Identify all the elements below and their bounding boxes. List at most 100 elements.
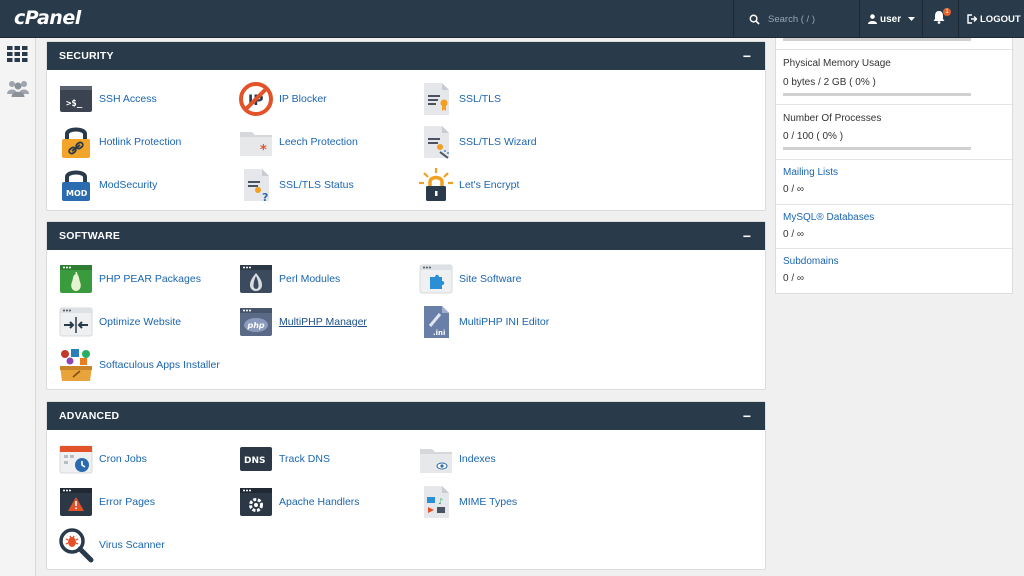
usage-bar: [783, 93, 971, 96]
tool-multiphp-ini-editor[interactable]: .ini MultiPHP INI Editor: [418, 304, 549, 340]
tool-php-pear-packages[interactable]: PHP PEAR Packages: [58, 261, 201, 297]
collapse-toggle[interactable]: −: [743, 49, 751, 63]
tool-label: Softaculous Apps Installer: [99, 359, 220, 371]
collapse-toggle[interactable]: −: [743, 409, 751, 423]
security-header[interactable]: SECURITY −: [47, 42, 765, 70]
tool-modsecurity[interactable]: MOD ModSecurity: [58, 167, 157, 203]
section-title: SOFTWARE: [59, 230, 121, 242]
svg-text:.ini: .ini: [433, 329, 445, 337]
tool-label: Cron Jobs: [99, 453, 147, 465]
software-section: SOFTWARE − PHP PEAR Packages Perl Module…: [46, 221, 766, 390]
svg-text:*: *: [260, 143, 267, 158]
cpanel-logo[interactable]: cPanel: [14, 7, 81, 29]
tool-ssl-tls[interactable]: SSL/TLS: [418, 81, 501, 117]
tool-optimize-website[interactable]: Optimize Website: [58, 304, 181, 340]
header-divider: [922, 0, 923, 38]
pear-window-icon: [60, 265, 92, 293]
caret-down-icon: [908, 16, 916, 21]
page-scrollbar[interactable]: [1020, 38, 1024, 576]
tool-mime-types[interactable]: ♪ MIME Types: [418, 484, 517, 520]
tool-label: MIME Types: [459, 496, 518, 508]
search-input[interactable]: [768, 13, 858, 25]
usage-bar: [783, 38, 971, 41]
tool-lets-encrypt[interactable]: Let's Encrypt: [418, 167, 519, 203]
tool-error-pages[interactable]: Error Pages: [58, 484, 155, 520]
tool-track-dns[interactable]: DNS Track DNS: [238, 441, 330, 477]
magnifier-bug-icon: [59, 528, 94, 563]
gear-window-icon: [240, 488, 272, 516]
tool-ssl-tls-wizard[interactable]: SSL/TLS Wizard: [418, 124, 537, 160]
tool-label: MultiPHP Manager: [279, 316, 367, 328]
compress-window-icon: [59, 307, 93, 337]
tool-softaculous-apps-installer[interactable]: Softaculous Apps Installer: [58, 347, 220, 383]
tool-label: Site Software: [459, 273, 522, 285]
svg-text:DNS: DNS: [244, 456, 266, 466]
stat-value: 0 bytes / 2 GB ( 0% ): [783, 77, 876, 88]
tool-perl-modules[interactable]: Perl Modules: [238, 261, 340, 297]
logout-button[interactable]: LOGOUT: [967, 0, 1021, 38]
svg-text:?: ?: [262, 191, 268, 203]
user-name: user: [880, 13, 902, 25]
puzzle-window-icon: [419, 264, 453, 294]
ini-file-icon: .ini: [424, 306, 449, 338]
search-box[interactable]: [740, 0, 860, 38]
certificate-icon: [424, 83, 449, 115]
tool-label: SSL/TLS Wizard: [459, 136, 537, 148]
left-rail: [0, 38, 36, 576]
grid-apps-icon[interactable]: [7, 46, 28, 62]
tool-label: MultiPHP INI Editor: [459, 316, 550, 328]
tool-label: SSL/TLS Status: [279, 179, 354, 191]
tool-hotlink-protection[interactable]: Hotlink Protection: [58, 124, 181, 160]
warning-window-icon: [60, 488, 92, 516]
stat-link-mailing-lists[interactable]: Mailing Lists: [783, 167, 838, 178]
collapse-toggle[interactable]: −: [743, 229, 751, 243]
tool-ssl-tls-status[interactable]: ? SSL/TLS Status: [238, 167, 354, 203]
top-bar: cPanel user 1 LOGOUT: [0, 0, 1024, 38]
mime-file-icon: ♪: [424, 486, 449, 518]
logout-icon: [967, 14, 977, 24]
stat-subdomains: Subdomains 0 / ∞: [776, 249, 1014, 294]
notification-badge: 1: [943, 8, 951, 16]
softaculous-box-icon: [60, 349, 92, 381]
stat-value: 0 / ∞: [783, 273, 805, 284]
tool-site-software[interactable]: Site Software: [418, 261, 521, 297]
section-title: SECURITY: [59, 50, 114, 62]
terminal-icon: >$_: [60, 86, 92, 112]
logout-label: LOGOUT: [980, 13, 1021, 25]
search-icon: [749, 14, 760, 25]
tool-ip-blocker[interactable]: IP IP Blocker: [238, 81, 327, 117]
tool-cron-jobs[interactable]: Cron Jobs: [58, 441, 147, 477]
svg-text:♪: ♪: [438, 497, 443, 506]
tool-label: Error Pages: [99, 496, 156, 508]
tool-virus-scanner[interactable]: Virus Scanner: [58, 527, 165, 563]
tool-label: SSH Access: [99, 93, 157, 105]
software-header[interactable]: SOFTWARE −: [47, 222, 765, 250]
usage-bar: [783, 147, 971, 150]
stat-link-subdomains[interactable]: Subdomains: [783, 256, 839, 267]
tool-label: Leech Protection: [279, 136, 358, 148]
stat-mailing-lists: Mailing Lists 0 / ∞: [776, 160, 1014, 205]
tool-ssh-access[interactable]: >$_ SSH Access: [58, 81, 157, 117]
onion-window-icon: [240, 265, 272, 293]
tool-multiphp-manager[interactable]: php MultiPHP Manager: [238, 304, 367, 340]
user-menu[interactable]: user: [868, 0, 916, 38]
users-group-icon[interactable]: [7, 79, 29, 97]
padlock-link-icon: [62, 127, 90, 158]
svg-text:php: php: [247, 321, 265, 330]
calendar-clock-icon: [59, 445, 93, 474]
tool-indexes[interactable]: Indexes: [418, 441, 496, 477]
stat-previous-tail: [776, 38, 1014, 50]
tool-label: Apache Handlers: [279, 496, 360, 508]
stat-link-mysql-databases[interactable]: MySQL® Databases: [783, 212, 874, 223]
stat-physical-memory: Physical Memory Usage 0 bytes / 2 GB ( 0…: [776, 50, 1014, 105]
stat-value: 0 / ∞: [783, 184, 805, 195]
svg-text:>$_: >$_: [66, 99, 83, 109]
header-divider: [733, 0, 734, 38]
tool-label: Indexes: [459, 453, 496, 465]
dns-icon: DNS: [240, 447, 272, 471]
advanced-header[interactable]: ADVANCED −: [47, 402, 765, 430]
tool-apache-handlers[interactable]: Apache Handlers: [238, 484, 360, 520]
tool-leech-protection[interactable]: * Leech Protection: [238, 124, 358, 160]
tool-label: PHP PEAR Packages: [99, 273, 201, 285]
tool-label: Virus Scanner: [99, 539, 165, 551]
